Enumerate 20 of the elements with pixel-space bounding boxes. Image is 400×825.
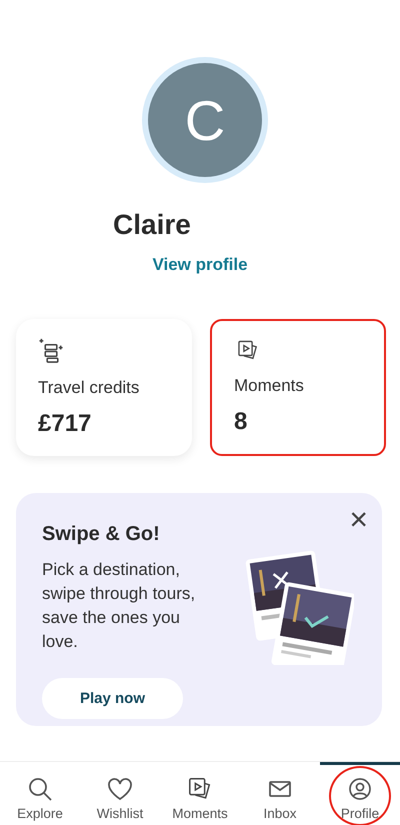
stat-label: Moments	[234, 376, 305, 396]
view-profile-link[interactable]: View profile	[152, 255, 248, 275]
promo-text: Pick a destination, swipe through tours, save the ones you love.	[42, 559, 196, 653]
user-name: Claire	[113, 209, 191, 241]
nav-tab[interactable]: Inbox	[240, 762, 320, 824]
close-button[interactable]: ×	[349, 503, 368, 535]
promo-title: Swipe & Go!	[42, 523, 161, 546]
stat-card[interactable]: Travel credits £717	[16, 319, 192, 456]
heart-icon	[107, 776, 133, 802]
nav-tab[interactable]: Moments	[160, 762, 240, 824]
stat-value: 8	[234, 408, 248, 436]
nav-tab[interactable]: Wishlist	[80, 762, 160, 824]
stat-value: £717	[38, 410, 92, 438]
search-icon	[27, 776, 53, 802]
avatar-initial: C	[148, 63, 262, 177]
user-icon	[348, 776, 372, 802]
highlighted-stat-card[interactable]: Moments 8	[210, 319, 386, 456]
stat-label: Travel credits	[38, 378, 140, 398]
play-now-button[interactable]: Play now	[42, 678, 184, 719]
nav-tab[interactable]: Explore	[0, 762, 80, 824]
